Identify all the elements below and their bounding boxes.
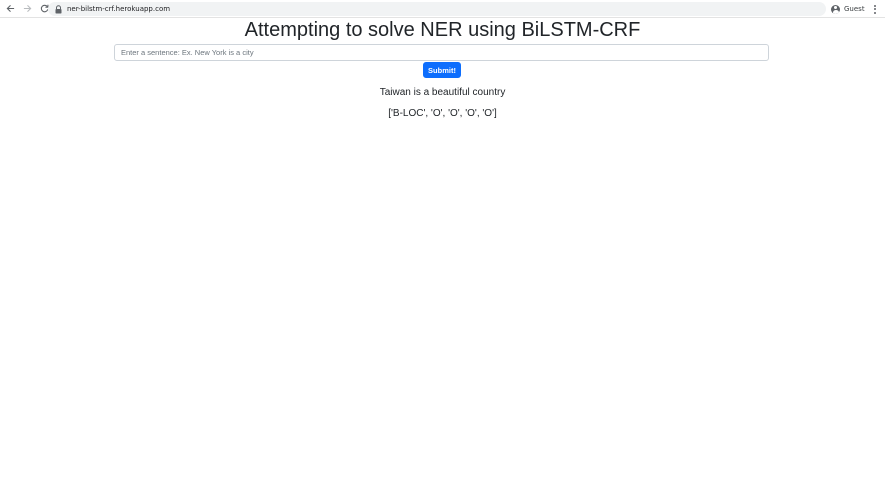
- profile-label: Guest: [844, 5, 865, 13]
- lock-icon: [54, 4, 62, 14]
- back-button[interactable]: [3, 2, 17, 16]
- result-tags: ['B-LOC', 'O', 'O', 'O', 'O']: [388, 108, 497, 119]
- browser-toolbar: ner-bilstm-crf.herokuapp.com Guest: [0, 0, 885, 18]
- forward-button[interactable]: [20, 2, 34, 16]
- kebab-menu-dot: [874, 8, 876, 10]
- arrow-right-icon: [23, 4, 31, 13]
- page-title: Attempting to solve NER using BiLSTM-CRF: [244, 19, 641, 41]
- address-bar[interactable]: ner-bilstm-crf.herokuapp.com: [48, 2, 826, 16]
- browser-menu-button[interactable]: [871, 3, 879, 15]
- kebab-menu-dot: [874, 11, 876, 14]
- person-avatar-icon: [831, 4, 840, 14]
- result-sentence: Taiwan is a beautiful country: [379, 87, 506, 98]
- profile-button[interactable]: Guest: [831, 3, 865, 15]
- arrow-left-icon: [6, 4, 14, 13]
- submit-button[interactable]: Submit!: [423, 62, 461, 78]
- sentence-input[interactable]: [114, 44, 769, 61]
- page-content: Attempting to solve NER using BiLSTM-CRF…: [0, 18, 885, 480]
- url-text: ner-bilstm-crf.herokuapp.com: [67, 5, 171, 13]
- kebab-menu-icon: [874, 4, 876, 7]
